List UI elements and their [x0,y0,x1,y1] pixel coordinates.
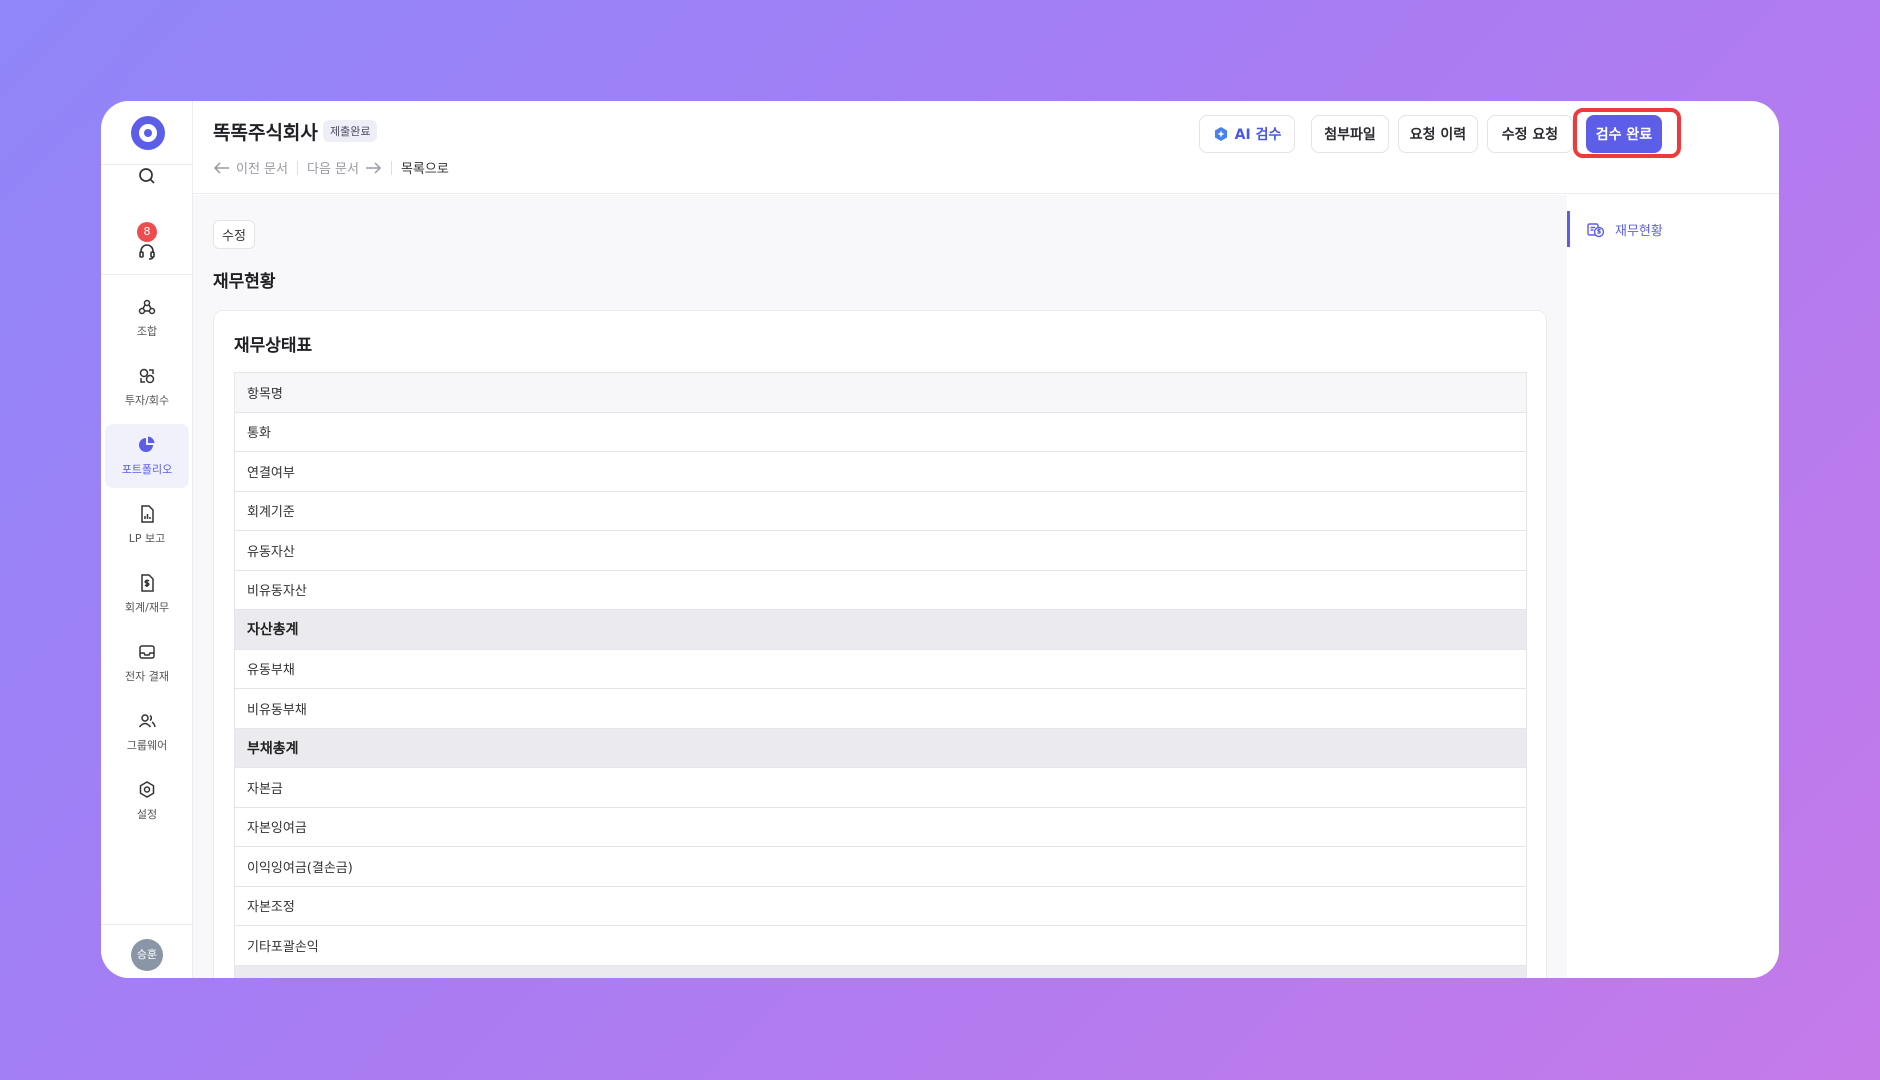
sidebar-item-groupware[interactable]: 그룹웨어 [105,700,189,764]
balance-sheet-table: 항목명 통화 연결여부 회계기준 유동자산 비유동자산 자산총계 유동부채 비유동부채 부채총계 자… [234,372,1527,978]
table-row: 자본조정 [235,887,1526,926]
table-header-row: 항목명 [235,373,1526,413]
table-row: 비유동자산 [235,571,1526,610]
table-row: 유동자산 [235,531,1526,571]
sidebar-item-label: 전자 결재 [125,670,169,683]
table-row: 유동부채 [235,650,1526,689]
ai-sparkle-icon [1214,127,1227,141]
gear-icon [139,781,155,798]
sidebar-item-fund[interactable]: 조합 [105,286,189,350]
search-icon[interactable] [137,166,157,186]
report-icon [141,505,154,523]
review-complete-button[interactable]: 검수 완료 [1586,115,1662,153]
sidebar-item-portfolio[interactable]: 포트폴리오 [105,424,189,488]
revision-request-button[interactable]: 수정 요청 [1487,115,1573,153]
toc-item-financial-status[interactable]: 재무현황 [1587,220,1663,239]
table-row: 자본총계 [235,965,1526,978]
app-logo[interactable] [131,116,165,150]
table-row: 자본잉여금 [235,808,1526,847]
notification-badge[interactable]: 8 [137,222,157,242]
ai-review-button[interactable]: AI 검수 [1199,115,1295,153]
sidebar-item-approval[interactable]: 전자 결재 [105,631,189,695]
users-icon [138,714,156,728]
back-to-list-link[interactable]: 목록으로 [401,158,449,177]
prev-document-link[interactable]: 이전 문서 [236,158,288,177]
request-history-button[interactable]: 요청 이력 [1398,115,1478,153]
balance-sheet-card: 재무상태표 항목명 통화 연결여부 회계기준 유동자산 비유동자산 자산총계 유동부채 비유동부… [213,310,1547,978]
sidebar-item-label: 조합 [136,325,158,338]
sidebar-item-accounting[interactable]: 회계/재무 [105,562,189,626]
investment-icon [139,368,155,384]
accounting-icon [141,574,154,592]
sidebar-item-label: 포트폴리오 [121,463,173,476]
sidebar-item-settings[interactable]: 설정 [105,769,189,833]
header: 똑똑주식회사 제출완료 이전 문서 다음 문서 목록으로 AI 검수 첨부파일 … [193,101,1779,194]
table-row: 통화 [235,413,1526,452]
table-of-contents: 재무현황 [1567,195,1779,978]
fund-icon [138,299,156,315]
table-row: 부채총계 [235,728,1526,768]
sidebar-item-label: LP 보고 [128,532,166,545]
table-row: 이익잉여금(결손금) [235,847,1526,887]
app-window: 8 조합 투자/회수 포트폴리오 LP 보고 회계/재무 전자 결재 그룹웨어 … [101,101,1779,978]
sidebar-item-lp-report[interactable]: LP 보고 [105,493,189,557]
pie-chart-icon [139,436,155,452]
sidebar-item-label: 그룹웨어 [126,739,168,752]
arrow-left-icon[interactable] [213,161,231,175]
arrow-right-icon[interactable] [364,161,382,175]
edit-tag: 수정 [213,220,255,249]
finance-doc-icon [1587,222,1605,237]
table-row: 연결여부 [235,452,1526,492]
status-badge: 제출완료 [323,120,378,142]
sidebar-item-label: 투자/회수 [124,394,170,407]
toc-active-indicator [1567,211,1570,247]
table-row: 회계기준 [235,492,1526,531]
table-row: 비유동부채 [235,689,1526,729]
sidebar: 8 조합 투자/회수 포트폴리오 LP 보고 회계/재무 전자 결재 그룹웨어 … [101,101,193,978]
section-title: 재무현황 [213,272,276,292]
page-title: 똑똑주식회사 [213,122,318,144]
avatar[interactable]: 승훈 [131,939,163,971]
card-title: 재무상태표 [234,336,313,356]
table-row: 자본금 [235,768,1526,808]
attachments-button[interactable]: 첨부파일 [1311,115,1389,153]
main-content: 수정 재무현황 재무상태표 항목명 통화 연결여부 회계기준 유동자산 비유동자산 자산총계… [193,195,1659,978]
table-row: 기타포괄손익 [235,926,1526,966]
sidebar-item-label: 설정 [136,808,158,821]
headset-icon[interactable] [137,241,157,261]
table-row: 자산총계 [235,610,1526,650]
sidebar-item-label: 회계/재무 [124,601,170,614]
inbox-icon [139,645,155,659]
sidebar-item-investment[interactable]: 투자/회수 [105,355,189,419]
document-navigation: 이전 문서 다음 문서 목록으로 [213,158,449,177]
next-document-link[interactable]: 다음 문서 [307,158,359,177]
